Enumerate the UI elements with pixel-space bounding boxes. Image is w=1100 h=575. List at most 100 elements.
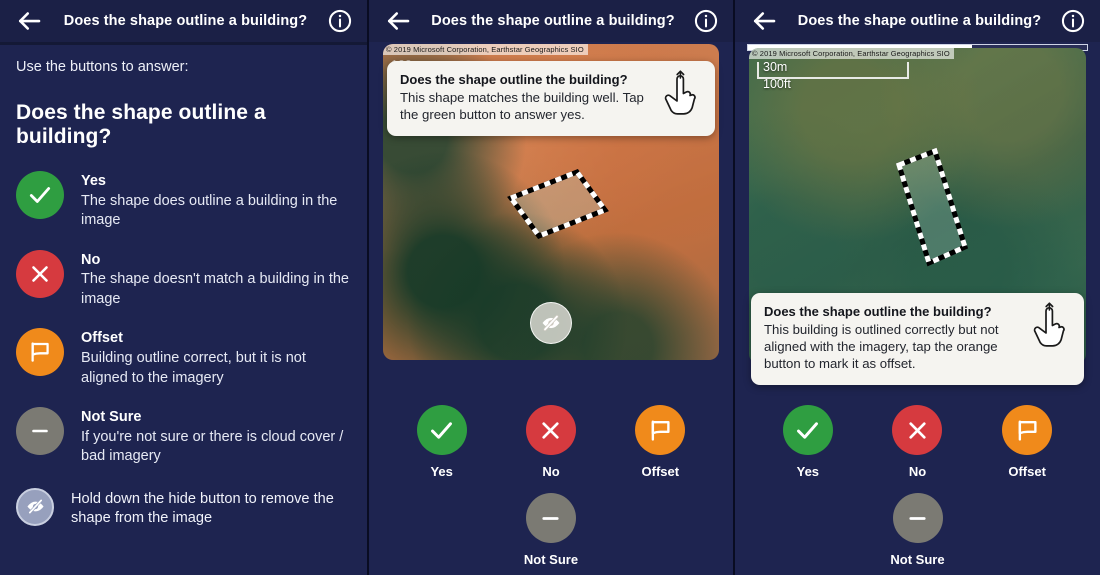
answer-label: Not Sure [523, 552, 579, 567]
answer-label: Not Sure [890, 552, 945, 567]
help-hide-hint: Hold down the hide button to remove the … [16, 487, 351, 529]
arrow-left-icon [753, 12, 776, 30]
hide-hint-text: Hold down the hide button to remove the … [71, 490, 334, 527]
not-sure-badge [892, 493, 943, 543]
hide-shape-button[interactable] [530, 302, 572, 344]
info-button[interactable] [1060, 8, 1086, 34]
scale-metric-label: 30m [763, 60, 788, 74]
option-label: Not Sure [81, 409, 142, 426]
map-container[interactable]: © 2019 Microsoft Corporation, Earthstar … [383, 44, 719, 360]
yes-badge [16, 171, 64, 219]
back-button[interactable] [14, 6, 44, 36]
answer-button-no[interactable]: No [497, 405, 605, 479]
answer-label: No [542, 464, 560, 479]
answer-label: Offset [1008, 464, 1046, 479]
option-label: Offset [81, 330, 123, 347]
callout-title: Does the shape outline the building? [400, 72, 628, 87]
offset-badge [16, 328, 64, 377]
app-header: Does the shape outline a building? [369, 0, 733, 42]
help-lead-text: Use the buttons to answer: [16, 59, 189, 75]
check-icon [29, 187, 51, 203]
help-option-no: No The shape doesn't match a building in… [16, 249, 351, 310]
option-label: Yes [81, 173, 106, 189]
back-button[interactable] [749, 6, 779, 36]
answer-button-offset[interactable]: Offset [606, 405, 714, 479]
info-circle-icon [1061, 9, 1085, 33]
no-badge [892, 405, 943, 455]
answer-button-yes[interactable]: Yes [754, 405, 863, 479]
option-description: The shape does outline a building in the… [81, 192, 338, 229]
no-badge [16, 249, 64, 298]
yes-badge [782, 405, 833, 455]
minus-icon [542, 516, 560, 520]
tap-hand-icon [1029, 302, 1071, 355]
option-description: The shape doesn't match a building in th… [81, 271, 349, 307]
cross-icon [542, 421, 560, 439]
answer-row-secondary: Not Sure [387, 493, 715, 567]
map-container[interactable]: © 2019 Microsoft Corporation, Earthstar … [749, 48, 1086, 385]
callout-title: Does the shape outline the building? [764, 304, 992, 319]
answer-button-bar: Yes No Offset Not Sure [369, 405, 733, 575]
flag-icon [31, 342, 49, 363]
answer-row-primary: Yes No Offset [753, 405, 1082, 479]
page-title: Does the shape outline a building? [797, 13, 1042, 29]
answer-button-offset[interactable]: Offset [973, 405, 1082, 479]
check-icon [431, 421, 453, 439]
option-label: No [81, 251, 101, 268]
cross-icon [32, 265, 48, 282]
tap-hand-icon [660, 70, 702, 123]
answer-button-yes[interactable]: Yes [388, 405, 496, 479]
help-screen: Does the shape outline a building? Use t… [0, 0, 367, 575]
answer-button-bar: Yes No Offset Not Sure [735, 405, 1100, 575]
task-screen-offset: Does the shape outline a building? © 201… [733, 0, 1100, 575]
help-question: Does the shape outline a building? [16, 101, 266, 148]
eye-slash-icon [542, 314, 560, 332]
map-scale-bar: 30m 100ft [757, 60, 909, 91]
option-description: If you're not sure or there is cloud cov… [81, 428, 344, 465]
answer-row-primary: Yes No Offset [387, 405, 715, 479]
back-button[interactable] [383, 6, 413, 36]
yes-badge [416, 405, 467, 455]
help-body: Use the buttons to answer: Does the shap… [0, 45, 367, 529]
instruction-callout: Does the shape outline the building? Thi… [751, 293, 1084, 385]
arrow-left-icon [18, 12, 41, 30]
scale-imperial-label: 100ft [763, 77, 791, 91]
answer-button-not-sure[interactable]: Not Sure [863, 493, 972, 567]
minus-icon [909, 516, 926, 520]
help-option-offset: Offset Building outline correct, but it … [16, 328, 351, 388]
check-icon [797, 421, 819, 439]
page-title: Does the shape outline a building? [63, 13, 308, 29]
answer-label: Offset [641, 464, 680, 479]
hide-badge [16, 487, 54, 526]
flag-icon [1018, 420, 1037, 441]
info-button[interactable] [327, 8, 353, 34]
minus-icon [32, 429, 48, 433]
building-outline-shape[interactable] [503, 162, 613, 242]
option-description: Building outline correct, but it is not … [81, 349, 306, 386]
answer-button-not-sure[interactable]: Not Sure [497, 493, 605, 567]
map-attribution: © 2019 Microsoft Corporation, Earthstar … [383, 44, 588, 55]
instruction-callout: Does the shape outline the building? Thi… [387, 61, 715, 136]
callout-body: This building is outlined correctly but … [764, 322, 999, 371]
answer-button-no[interactable]: No [863, 405, 972, 479]
eye-slash-icon [26, 499, 44, 515]
offset-badge [635, 405, 686, 455]
answer-label: Yes [796, 464, 820, 479]
app-header: Does the shape outline a building? [0, 0, 367, 42]
answer-label: No [908, 464, 927, 479]
app-header: Does the shape outline a building? [735, 0, 1100, 42]
callout-body: This shape matches the building well. Ta… [400, 90, 644, 122]
cross-icon [909, 421, 926, 439]
help-option-not-sure: Not Sure If you're not sure or there is … [16, 407, 351, 467]
info-circle-icon [694, 9, 718, 33]
info-circle-icon [328, 9, 352, 33]
answer-label: Yes [430, 464, 453, 479]
flag-icon [651, 420, 670, 441]
building-outline-shape[interactable] [877, 143, 987, 278]
task-screen-yes: Does the shape outline a building? © 201… [367, 0, 733, 575]
help-option-yes: Yes The shape does outline a building in… [16, 171, 351, 231]
not-sure-badge [16, 407, 64, 456]
answer-row-secondary: Not Sure [753, 493, 1082, 567]
no-badge [525, 405, 576, 455]
info-button[interactable] [693, 8, 719, 34]
